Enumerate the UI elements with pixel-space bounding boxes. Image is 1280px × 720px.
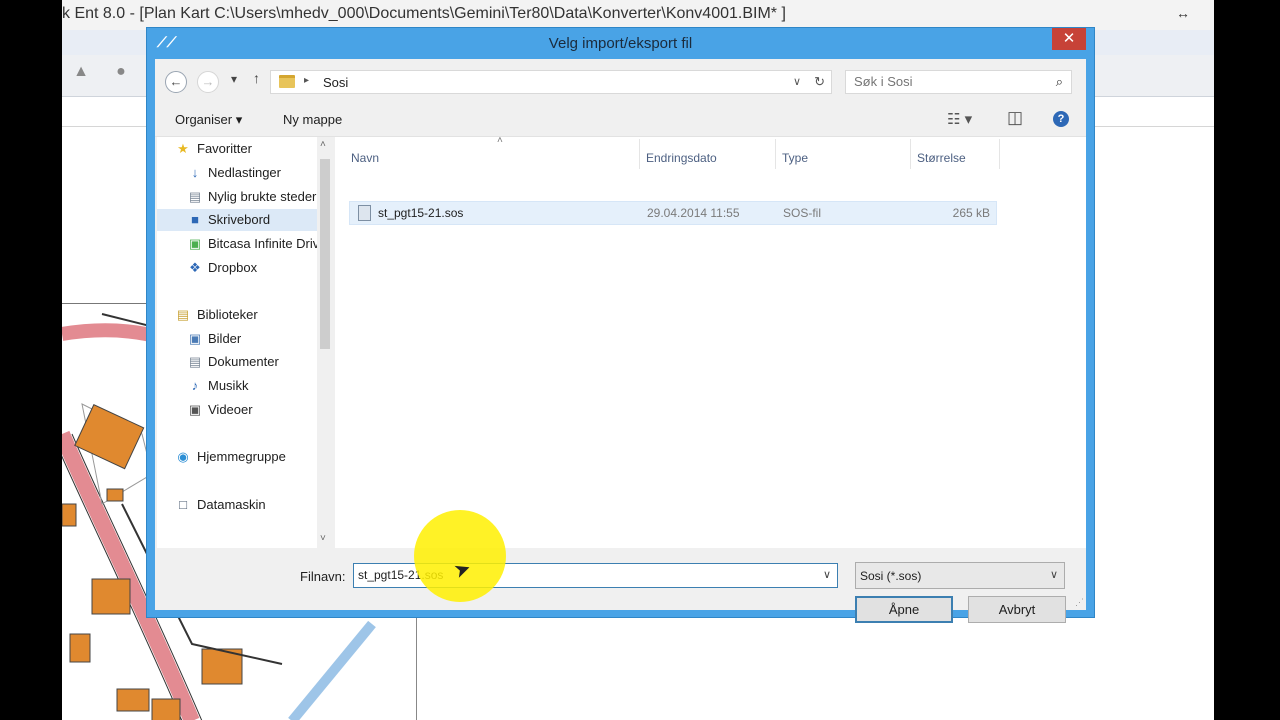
column-separator[interactable] bbox=[910, 139, 911, 169]
nav-item-label: Datamaskin bbox=[197, 497, 266, 512]
star-icon: ★ bbox=[177, 141, 189, 156]
nav-item-musikk[interactable]: ♪ Musikk bbox=[157, 375, 317, 397]
filename-label: Filnavn: bbox=[300, 569, 346, 584]
recent-places-icon: ▤ bbox=[188, 189, 202, 204]
forward-button[interactable]: → bbox=[197, 71, 219, 93]
file-list: ˄ Navn Endringsdato Type Størrelse st_pg… bbox=[335, 135, 1086, 548]
nav-item-label: Biblioteker bbox=[197, 307, 258, 322]
column-header-name[interactable]: Navn bbox=[351, 151, 379, 165]
computer-icon: □ bbox=[179, 497, 187, 512]
column-separator[interactable] bbox=[775, 139, 776, 169]
folder-icon bbox=[279, 75, 295, 88]
sos-file-icon bbox=[358, 205, 371, 221]
resize-icon[interactable]: ↔ bbox=[1176, 5, 1190, 21]
bottom-panel: Filnavn: ∨ Sosi (*.sos) ∨ Åpne Avbryt ⋰ bbox=[155, 548, 1086, 623]
scroll-up-icon[interactable]: ˄ bbox=[320, 139, 326, 150]
nav-item-nedlastinger[interactable]: ↓ Nedlastinger bbox=[157, 162, 317, 184]
address-row: ← → ▾ ↑ ▸ Sosi ∨ ↻ ⌕ bbox=[155, 67, 1086, 97]
file-name: st_pgt15-21.sos bbox=[378, 206, 464, 220]
column-separator[interactable] bbox=[639, 139, 640, 169]
up-folder-button[interactable]: ↑ bbox=[253, 70, 260, 86]
desktop-icon: ■ bbox=[191, 212, 199, 227]
file-type: SOS-fil bbox=[783, 206, 822, 220]
breadcrumb-current-folder[interactable]: Sosi bbox=[323, 75, 348, 90]
nav-item-dropbox[interactable]: ❖ Dropbox bbox=[157, 257, 317, 279]
homegroup-icon: ◉ bbox=[177, 449, 189, 464]
close-button[interactable]: ✕ bbox=[1052, 28, 1086, 50]
download-icon: ↓ bbox=[191, 165, 199, 180]
pictures-icon: ▣ bbox=[188, 331, 202, 346]
new-folder-button[interactable]: Ny mappe bbox=[283, 112, 342, 127]
libraries-icon: ▤ bbox=[176, 307, 190, 322]
nav-item-label: Musikk bbox=[208, 378, 249, 393]
search-box: ⌕ bbox=[845, 70, 1072, 94]
file-type-value: Sosi (*.sos) bbox=[860, 569, 922, 583]
nav-item-label: Bilder bbox=[208, 331, 242, 346]
videos-icon: ▣ bbox=[188, 402, 202, 417]
view-options-icon[interactable]: ☷ ▾ bbox=[947, 110, 972, 128]
cancel-button[interactable]: Avbryt bbox=[968, 596, 1066, 623]
nav-item-skrivebord[interactable]: ■ Skrivebord bbox=[157, 209, 317, 231]
address-bar[interactable]: ▸ Sosi ∨ ↻ bbox=[270, 70, 832, 94]
help-icon[interactable]: ? bbox=[1053, 111, 1069, 127]
navigation-scrollbar[interactable]: ˄ ˅ bbox=[317, 137, 333, 548]
command-bar: Organiser ▾ Ny mappe ☷ ▾ ◫ ? bbox=[155, 103, 1086, 137]
toolbar-bubble-icon[interactable]: ● bbox=[110, 63, 132, 85]
file-type-dropdown-icon: ∨ bbox=[1049, 569, 1058, 581]
dialog-title: Velg import/eksport fil bbox=[548, 35, 693, 52]
toolbar-pin-icon[interactable]: ▲ bbox=[70, 63, 92, 85]
refresh-icon[interactable]: ↻ bbox=[814, 74, 825, 90]
nav-item-videoer[interactable]: ▣ Videoer bbox=[157, 399, 317, 421]
resize-grip-icon[interactable]: ⋰ bbox=[1075, 597, 1084, 608]
file-row[interactable]: st_pgt15-21.sos 29.04.2014 11:55 SOS-fil… bbox=[349, 201, 997, 225]
back-button[interactable]: ← bbox=[165, 71, 187, 93]
open-button[interactable]: Åpne bbox=[855, 596, 953, 623]
file-dialog: ⟋⟋ Velg import/eksport fil ✕ ← → ▾ ↑ ▸ S… bbox=[146, 27, 1095, 623]
background-window-title: k Ent 8.0 - [Plan Kart C:\Users\mhedv_00… bbox=[62, 5, 786, 22]
sort-arrow-icon: ˄ bbox=[497, 135, 503, 146]
nav-item-datamaskin[interactable]: □ Datamaskin bbox=[157, 494, 317, 516]
column-separator[interactable] bbox=[999, 139, 1000, 169]
address-dropdown-icon[interactable]: ∨ bbox=[793, 75, 801, 88]
filename-dropdown-icon[interactable]: ∨ bbox=[823, 568, 831, 581]
nav-item-label: Dokumenter bbox=[208, 354, 279, 369]
nav-item-hjemmegruppe[interactable]: ◉ Hjemmegruppe bbox=[157, 446, 317, 468]
nav-item-label: Favoritter bbox=[197, 141, 252, 156]
nav-item-label: Videoer bbox=[208, 402, 253, 417]
file-modified: 29.04.2014 11:55 bbox=[647, 206, 740, 220]
background-title-bar: k Ent 8.0 - [Plan Kart C:\Users\mhedv_00… bbox=[62, 0, 1214, 30]
dialog-body: ← → ▾ ↑ ▸ Sosi ∨ ↻ ⌕ Organiser ▾ Ny mapp… bbox=[155, 59, 1086, 623]
dropbox-icon: ❖ bbox=[189, 260, 201, 275]
nav-item-label: Hjemmegruppe bbox=[197, 449, 286, 464]
search-icon[interactable]: ⌕ bbox=[1056, 74, 1063, 90]
column-header-modified[interactable]: Endringsdato bbox=[646, 151, 717, 165]
column-header-type[interactable]: Type bbox=[782, 151, 808, 165]
nav-item-bilder[interactable]: ▣ Bilder bbox=[157, 328, 317, 350]
nav-item-nylig-brukte-steder[interactable]: ▤ Nylig brukte steder bbox=[157, 186, 317, 208]
music-icon: ♪ bbox=[191, 378, 199, 393]
bitcasa-icon: ▣ bbox=[188, 236, 202, 251]
scrollbar-thumb[interactable] bbox=[320, 159, 330, 349]
organize-button[interactable]: Organiser ▾ bbox=[175, 112, 242, 128]
nav-item-label: Dropbox bbox=[208, 260, 258, 275]
nav-item-label: Nylig brukte steder bbox=[208, 189, 317, 204]
search-input[interactable] bbox=[854, 74, 1039, 89]
navigation-list: ★ Favoritter ↓ Nedlastinger ▤ Nylig bruk… bbox=[157, 137, 317, 548]
nav-item-dokumenter[interactable]: ▤ Dokumenter bbox=[157, 351, 317, 373]
breadcrumb-separator-icon: ▸ bbox=[304, 75, 310, 86]
nav-item-favoritter[interactable]: ★ Favoritter bbox=[157, 138, 317, 160]
scroll-down-icon[interactable]: ˅ bbox=[320, 533, 326, 544]
nav-item-label: Bitcasa Infinite Drive bbox=[208, 236, 317, 251]
nav-item-label: Skrivebord bbox=[208, 212, 271, 227]
nav-item-bitcasa[interactable]: ▣ Bitcasa Infinite Drive bbox=[157, 233, 317, 255]
column-header-size[interactable]: Størrelse bbox=[917, 151, 966, 165]
recent-locations-dropdown[interactable]: ▾ bbox=[231, 72, 237, 86]
nav-item-label: Nedlastinger bbox=[208, 165, 281, 180]
preview-pane-icon[interactable]: ◫ bbox=[1007, 108, 1023, 128]
file-type-select[interactable]: Sosi (*.sos) ∨ bbox=[855, 562, 1065, 589]
nav-item-biblioteker[interactable]: ▤ Biblioteker bbox=[157, 304, 317, 326]
navigation-pane: ★ Favoritter ↓ Nedlastinger ▤ Nylig bruk… bbox=[157, 137, 333, 548]
file-size: 265 kB bbox=[952, 206, 990, 220]
documents-icon: ▤ bbox=[188, 354, 202, 369]
